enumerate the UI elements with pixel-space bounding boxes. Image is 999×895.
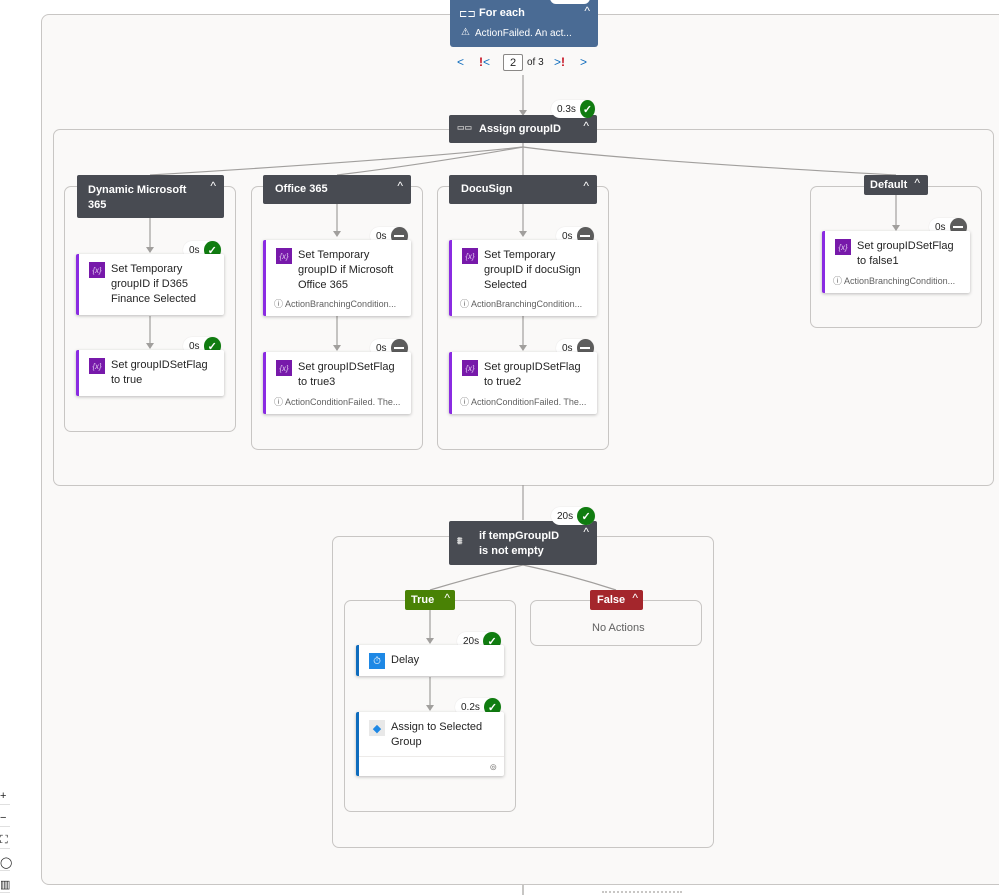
true-branch-header[interactable]: True ^ (405, 590, 455, 610)
success-icon: ✓ (577, 507, 595, 525)
success-icon: ✓ (579, 100, 595, 118)
action-title: Set groupIDSetFlag to true (111, 359, 208, 386)
entra-id-icon: ◆ (369, 720, 385, 736)
variable-icon: {x} (835, 239, 851, 255)
case-header-office365[interactable]: Office 365 ^ (263, 175, 411, 204)
reset-button[interactable]: ◯ (0, 854, 12, 871)
page-of: of 3 (527, 57, 544, 68)
warning-icon: ⚠ (461, 27, 470, 38)
action-title: Delay (391, 654, 420, 666)
variable-icon: {x} (89, 262, 105, 278)
minimap-button[interactable]: ▥ (0, 876, 10, 893)
action-title: Assign to Selected Group (391, 721, 483, 748)
next-button[interactable]: > (580, 55, 587, 69)
action-card[interactable]: {x} Set groupIDSetFlag to false1 ⓘ Actio… (822, 231, 970, 293)
variable-icon: {x} (276, 248, 292, 264)
false-branch-header[interactable]: False ^ (590, 590, 643, 610)
status-badge (550, 0, 590, 4)
collapse-chevron-icon[interactable]: ^ (444, 591, 450, 605)
prev-failed-button[interactable]: !< (479, 55, 490, 69)
variable-icon: {x} (462, 360, 478, 376)
zoom-controls: + − ⛶ ◯ ▥ (0, 788, 12, 895)
zoom-in-button[interactable]: + (0, 788, 10, 805)
no-actions-text: No Actions (592, 622, 645, 634)
action-card[interactable]: {x} Set groupIDSetFlag to true (76, 350, 224, 396)
duration-badge: 0.3s ✓ (551, 100, 595, 118)
action-message: ⓘ ActionBranchingCondition... (833, 276, 956, 286)
message-text: ActionConditionFailed. The... (285, 397, 401, 407)
duration-text: 20s (557, 510, 574, 522)
case-label: DocuSign (461, 183, 513, 195)
action-card[interactable]: {x} Set groupIDSetFlag to true3 ⓘ Action… (263, 352, 411, 414)
switch-header[interactable]: ▭▭ Assign groupID ^ (449, 115, 597, 143)
action-card[interactable]: {x} Set Temporary groupID if D365 Financ… (76, 254, 224, 315)
condition-icon: ⩩ (457, 536, 463, 547)
switch-icon: ▭▭ (457, 123, 473, 132)
action-title: Set Temporary groupID if Microsoft Offic… (298, 249, 394, 291)
message-text: ActionBranchingCondition... (285, 299, 397, 309)
foreach-error: ActionFailed. An act... (475, 28, 572, 39)
false-label: False (597, 594, 626, 606)
case-header-default[interactable]: Default ^ (864, 175, 928, 195)
action-title: Set groupIDSetFlag to true3 (298, 361, 395, 388)
case-header-docusign[interactable]: DocuSign ^ (449, 175, 597, 204)
collapse-chevron-icon[interactable]: ^ (397, 179, 403, 193)
duration-badge: 20s ✓ (551, 507, 595, 525)
fit-view-button[interactable]: ⛶ (0, 832, 10, 849)
action-message: ⓘ ActionConditionFailed. The... (274, 397, 401, 407)
action-card-assign[interactable]: ◆ Assign to Selected Group ⊚ (356, 712, 504, 776)
action-card[interactable]: {x} Set Temporary groupID if Microsoft O… (263, 240, 411, 316)
prev-button[interactable]: < (457, 55, 464, 69)
action-title: Set Temporary groupID if D365 Finance Se… (111, 263, 196, 305)
foreach-header[interactable]: ⊏⊐ For each ^ ⚠ ActionFailed. An act... (450, 0, 598, 47)
true-label: True (411, 594, 435, 606)
action-card-delay[interactable]: ⏱ Delay (356, 645, 504, 676)
collapse-chevron-icon[interactable]: ^ (914, 176, 920, 190)
action-message: ⓘ ActionConditionFailed. The... (460, 397, 587, 407)
case-label: Office 365 (275, 183, 328, 195)
action-title: Set Temporary groupID if docuSign Select… (484, 249, 581, 291)
message-text: ActionConditionFailed. The... (471, 397, 587, 407)
case-label: Dynamic Microsoft 365 (88, 184, 187, 211)
collapse-chevron-icon[interactable]: ^ (583, 525, 589, 539)
collapse-chevron-icon[interactable]: ^ (210, 179, 216, 193)
action-title: Set groupIDSetFlag to false1 (857, 240, 954, 267)
condition-title: if tempGroupID is not empty (479, 530, 560, 557)
card-divider (359, 756, 504, 757)
case-label: Default (870, 179, 908, 191)
loop-icon: ⊏⊐ (459, 9, 476, 20)
action-card[interactable]: {x} Set groupIDSetFlag to true2 ⓘ Action… (449, 352, 597, 414)
link-icon[interactable]: ⊚ (489, 762, 497, 773)
resize-handle[interactable] (602, 891, 682, 893)
collapse-chevron-icon[interactable]: ^ (632, 591, 638, 605)
foreach-title: For each (479, 7, 525, 19)
action-message: ⓘ ActionBranchingCondition... (274, 299, 397, 309)
variable-icon: {x} (276, 360, 292, 376)
collapse-chevron-icon[interactable]: ^ (583, 119, 589, 133)
collapse-chevron-icon[interactable]: ^ (583, 179, 589, 193)
action-card[interactable]: {x} Set Temporary groupID if docuSign Se… (449, 240, 597, 316)
duration-text: 0.3s (557, 103, 576, 115)
collapse-chevron-icon[interactable]: ^ (584, 4, 590, 18)
action-message: ⓘ ActionBranchingCondition... (460, 299, 583, 309)
case-header-dynamics[interactable]: Dynamic Microsoft 365 ^ (77, 175, 224, 218)
condition-header[interactable]: ⩩ if tempGroupID is not empty ^ (449, 521, 597, 565)
action-title: Set groupIDSetFlag to true2 (484, 361, 581, 388)
message-text: ActionBranchingCondition... (471, 299, 583, 309)
variable-icon: {x} (89, 358, 105, 374)
duration-text: 0.2s (461, 701, 480, 713)
message-text: ActionBranchingCondition... (844, 276, 956, 286)
variable-icon: {x} (462, 248, 478, 264)
page-input[interactable]: 2 (503, 54, 523, 71)
timer-icon: ⏱ (369, 653, 385, 669)
switch-title: Assign groupID (479, 123, 561, 135)
next-failed-button[interactable]: >! (554, 55, 565, 69)
zoom-out-button[interactable]: − (0, 810, 10, 827)
